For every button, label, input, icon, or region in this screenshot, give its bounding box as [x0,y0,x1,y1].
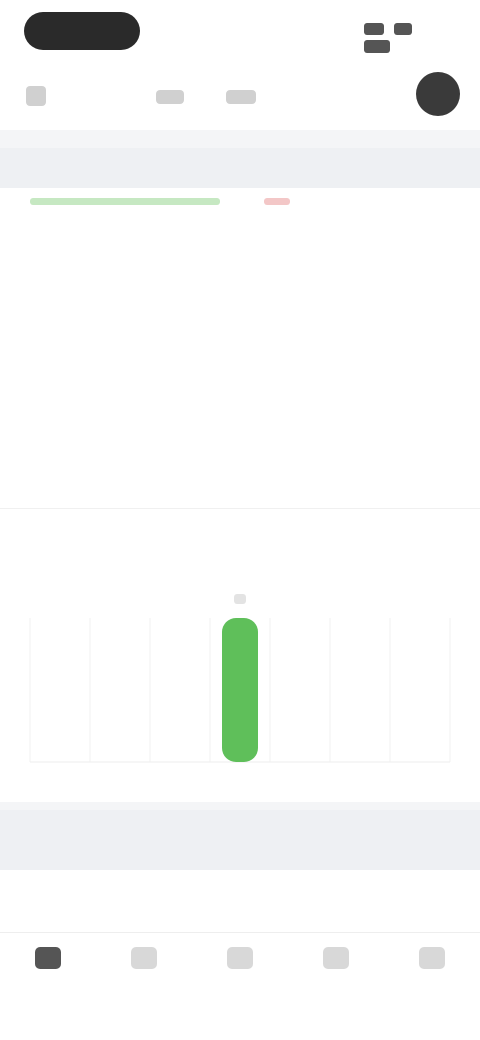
nav-tab-1[interactable] [156,90,184,104]
futures-icon [323,947,349,969]
status-icons [358,22,444,53]
section2-header [0,810,480,870]
avatar[interactable] [416,72,460,116]
panel-header [0,148,480,188]
dynamic-island [24,12,140,50]
depth-chart [0,568,480,802]
back-icon[interactable] [26,86,46,106]
ask-depth-bar [264,198,290,205]
bottom-nav-markets[interactable] [114,947,174,977]
markets-icon [131,947,157,969]
chart-bar[interactable] [222,618,258,762]
wallet-icon [419,947,445,969]
filter-row [0,870,480,932]
home-icon [35,947,61,969]
bottom-nav-home[interactable] [18,947,78,977]
bottom-nav-wallet[interactable] [402,947,462,977]
battery-icon [364,40,390,53]
bottom-nav-trade[interactable] [210,947,270,977]
chart-bar-label [234,594,246,604]
trade-icon [227,947,253,969]
nav-tab-2[interactable] [226,90,256,104]
chart-tabs [0,508,480,568]
order-book-panel [0,188,480,508]
status-bar [0,0,480,64]
signal-icon [364,23,384,35]
bottom-navigation [0,932,480,1040]
wifi-icon [394,23,413,35]
bid-depth-bar [30,198,220,205]
chart-svg [29,594,451,763]
top-navigation [0,64,480,130]
bottom-nav-futures[interactable] [306,947,366,977]
